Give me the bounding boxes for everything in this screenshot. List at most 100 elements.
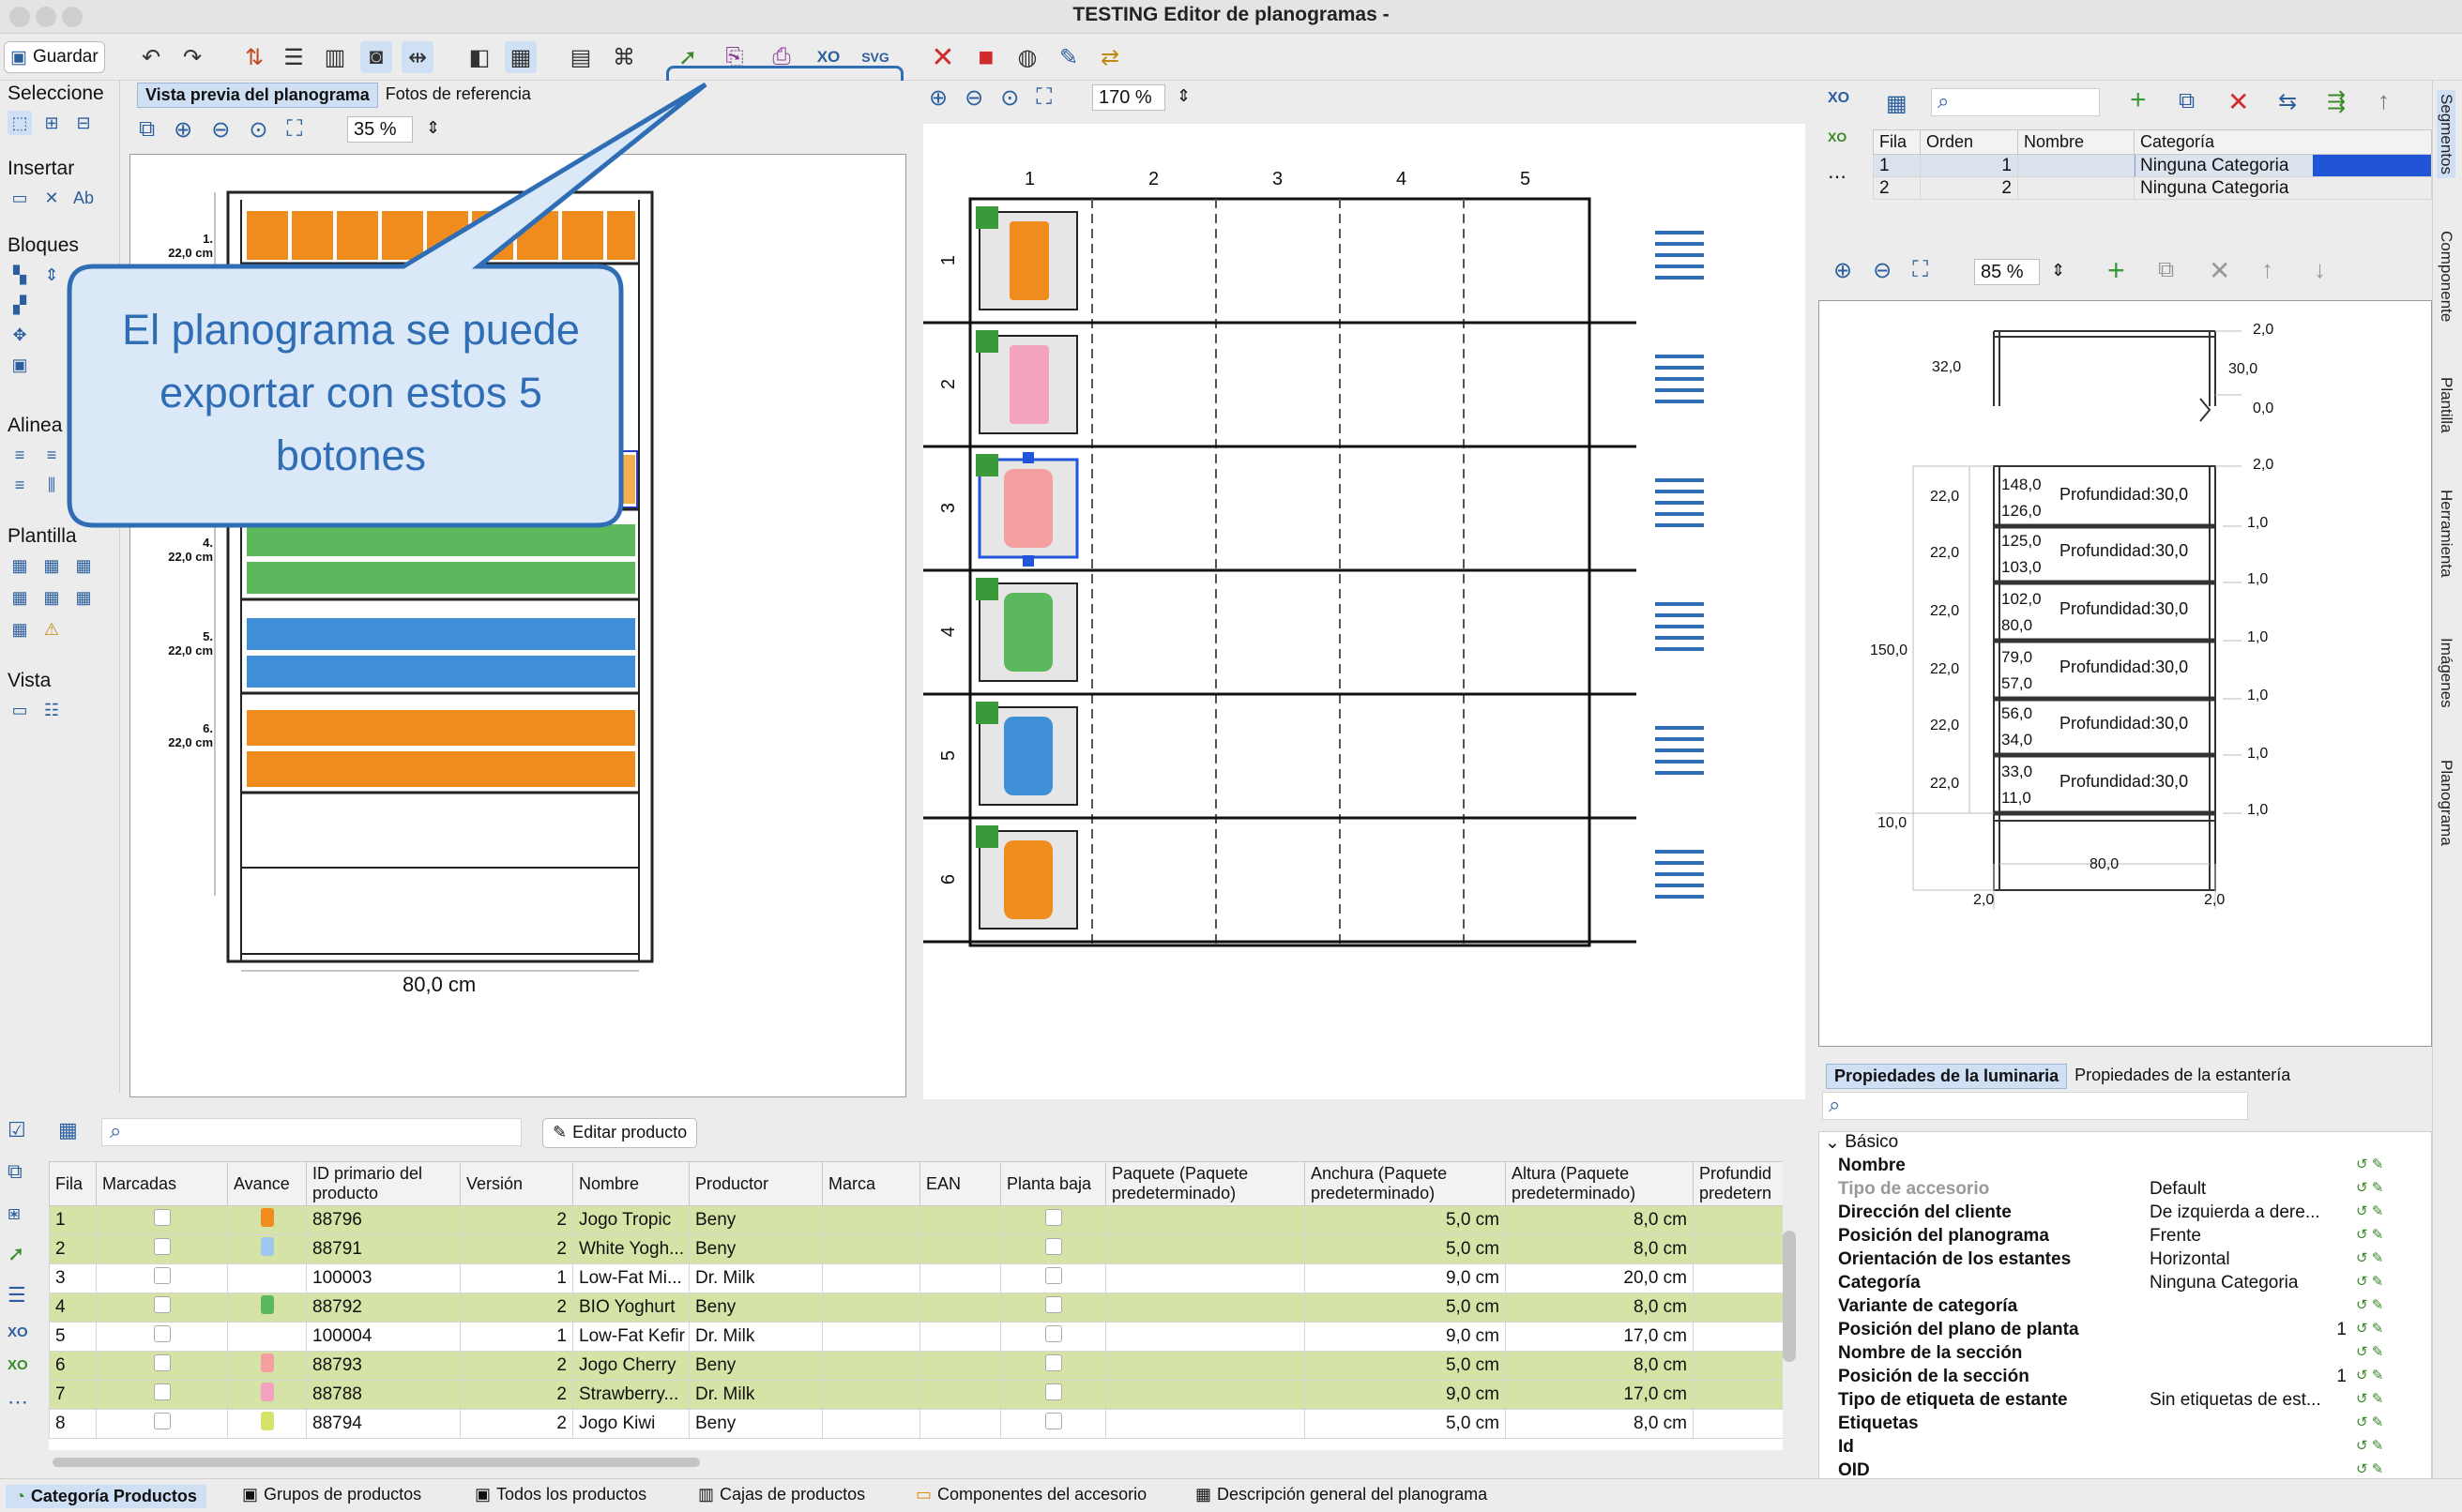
template-4-icon[interactable]: ▦ [8,585,32,610]
property-value[interactable] [2150,1460,2347,1479]
edit-icon[interactable]: ✎ [1053,41,1085,73]
diagram-delete-icon[interactable]: ✕ [2209,255,2230,286]
edit-product-button[interactable]: ✎ Editar producto [542,1118,698,1148]
property-value[interactable] [2150,1414,2347,1437]
products-col-header[interactable]: Marca [822,1161,920,1206]
property-value[interactable] [2150,1156,2347,1179]
row-checkbox[interactable] [1044,1413,1062,1429]
block-resize-icon[interactable]: ⇕ [39,263,64,287]
insert-cross-icon[interactable]: ✕ [39,186,64,210]
property-row[interactable]: Tipo de etiqueta de estante Sin etiquetas… [1819,1390,2431,1414]
property-value[interactable]: Horizontal [2150,1249,2347,1273]
diagram-copy-icon[interactable]: ⧉ [2158,257,2174,283]
diagram-down-icon[interactable]: ↓ [2314,255,2326,284]
row-checkbox[interactable] [1044,1209,1062,1226]
side-tab-planogram[interactable]: Planograma [2437,760,2455,846]
property-reset-icon[interactable]: ↺ ✎ [2356,1343,2383,1367]
align-center-icon[interactable]: ≡ [39,443,64,467]
col-fila[interactable]: Fila [1873,129,1921,155]
table-row[interactable]: 1 88796 2 Jogo Tropic Beny 5,0 cm 8,0 cm [49,1205,1783,1235]
property-row[interactable]: OID ↺ ✎ [1819,1460,2431,1479]
products-horizontal-scrollbar[interactable] [53,1458,700,1467]
select-area-icon[interactable]: ⊞ [39,111,64,135]
tab-luminaire-properties[interactable]: Propiedades de la luminaria [1826,1064,2068,1089]
products-col-header[interactable]: Nombre [572,1161,690,1206]
editor-zoom-stepper[interactable]: ⇕ [1177,86,1191,106]
property-reset-icon[interactable]: ↺ ✎ [2356,1226,2383,1249]
segments-xo-icon[interactable]: XO [1828,90,1849,107]
bottom-tab-accessory-components[interactable]: ▭ Componentes del accesorio [916,1485,1147,1504]
eye-off-icon[interactable]: ◍ [1011,41,1043,73]
property-reset-icon[interactable]: ↺ ✎ [2356,1390,2383,1414]
products-vertical-scrollbar[interactable] [1783,1231,1796,1362]
row-checkbox[interactable] [1044,1238,1062,1255]
products-col-header[interactable]: EAN [919,1161,1001,1206]
template-2-icon[interactable]: ▦ [39,553,64,578]
col-nombre[interactable]: Nombre [2017,129,2135,155]
property-row[interactable]: Id ↺ ✎ [1819,1437,2431,1460]
property-row[interactable]: Posición del planograma Frente ↺ ✎ [1819,1226,2431,1249]
property-row[interactable]: Etiquetas ↺ ✎ [1819,1414,2431,1437]
row-checkbox[interactable] [153,1413,171,1429]
segments-delete-icon[interactable]: ✕ [2227,86,2249,117]
row-checkbox[interactable] [1044,1267,1062,1284]
row-checkbox[interactable] [153,1383,171,1400]
property-row[interactable]: Nombre ↺ ✎ [1819,1156,2431,1179]
property-row[interactable]: Nombre de la sección ↺ ✎ [1819,1343,2431,1367]
side-tab-tool[interactable]: Herramienta [2437,490,2455,578]
property-row[interactable]: Categoría Ninguna Categoria ↺ ✎ [1819,1273,2431,1296]
products-col-header[interactable]: Anchura (Paquete predeterminado) [1304,1161,1506,1206]
properties-group[interactable]: ⌄ Básico [1819,1132,2431,1156]
property-value[interactable]: 1 [2150,1367,2347,1390]
table-row[interactable]: 3 100003 1 Low-Fat Mi... Dr. Milk 9,0 cm 20,0 … [49,1263,1783,1293]
align-left-icon[interactable]: ≡ [8,443,32,467]
property-reset-icon[interactable]: ↺ ✎ [2356,1367,2383,1390]
segments-table-icon[interactable]: ▦ [1886,90,1907,117]
diagram-zoom-in-icon[interactable]: ⊕ [1833,257,1852,284]
segment-row[interactable]: 1 1 Ninguna Categoria [1873,154,2432,177]
diagram-zoom-out-icon[interactable]: ⊖ [1873,257,1892,284]
template-6-icon[interactable]: ▦ [71,585,96,610]
side-tab-template[interactable]: Plantilla [2437,377,2455,433]
property-row[interactable]: Orientación de los estantes Horizontal ↺ ✎ [1819,1249,2431,1273]
row-checkbox[interactable] [153,1296,171,1313]
products-col-header[interactable]: Paquete (Paquete predeterminado) [1105,1161,1305,1206]
products-check-icon[interactable]: ☑ [8,1118,28,1142]
property-row[interactable]: Variante de categoría ↺ ✎ [1819,1296,2431,1320]
side-tab-images[interactable]: Imágenes [2437,638,2455,708]
products-more-icon[interactable]: ⋯ [8,1390,28,1414]
segments-more-icon[interactable]: ⋯ [1828,165,1846,189]
segments-split-icon[interactable]: ⇆ [2278,88,2297,115]
diagram-zoom-input[interactable]: 85 % [1974,259,2040,285]
delete-icon[interactable]: ✕ [927,41,959,73]
segments-xo2-icon[interactable]: XO [1828,129,1846,144]
property-value[interactable] [2150,1343,2347,1367]
products-xo2-icon[interactable]: XO [8,1357,28,1373]
properties-search-input[interactable]: ⌕ [1822,1092,2248,1120]
col-orden[interactable]: Orden [1920,129,2018,155]
row-checkbox[interactable] [1044,1383,1062,1400]
row-checkbox[interactable] [153,1209,171,1226]
row-checkbox[interactable] [153,1325,171,1342]
property-value[interactable]: Sin etiquetas de est... [2150,1390,2347,1414]
align-columns-icon[interactable]: ⫼ [39,473,64,497]
segments-up-icon[interactable]: ↑ [2378,86,2390,115]
row-checkbox[interactable] [1044,1325,1062,1342]
segments-add-icon[interactable]: + [2130,84,2147,116]
row-checkbox[interactable] [153,1238,171,1255]
template-3-icon[interactable]: ▦ [71,553,96,578]
bottom-tab-planogram-overview[interactable]: ▦ Descripción general del planograma [1195,1485,1487,1504]
products-col-header[interactable]: Fila [49,1161,97,1206]
property-row[interactable]: Dirección del cliente De izquierda a dere… [1819,1202,2431,1226]
row-checkbox[interactable] [1044,1296,1062,1313]
block-arrows-icon[interactable]: ✥ [8,323,32,347]
diagram-add-icon[interactable]: + [2107,253,2125,288]
property-value[interactable]: Frente [2150,1226,2347,1249]
diagram-zoom-fit-icon[interactable]: ⛶ [1912,257,1928,284]
products-table-icon[interactable]: ▦ [58,1118,78,1142]
products-col-header[interactable]: ID primario del producto [306,1161,461,1206]
diagram-up-icon[interactable]: ↑ [2261,255,2273,284]
products-col-header[interactable]: Marcadas [96,1161,228,1206]
tab-shelving-properties[interactable]: Propiedades de la estantería [2067,1064,2298,1089]
row-checkbox[interactable] [153,1267,171,1284]
